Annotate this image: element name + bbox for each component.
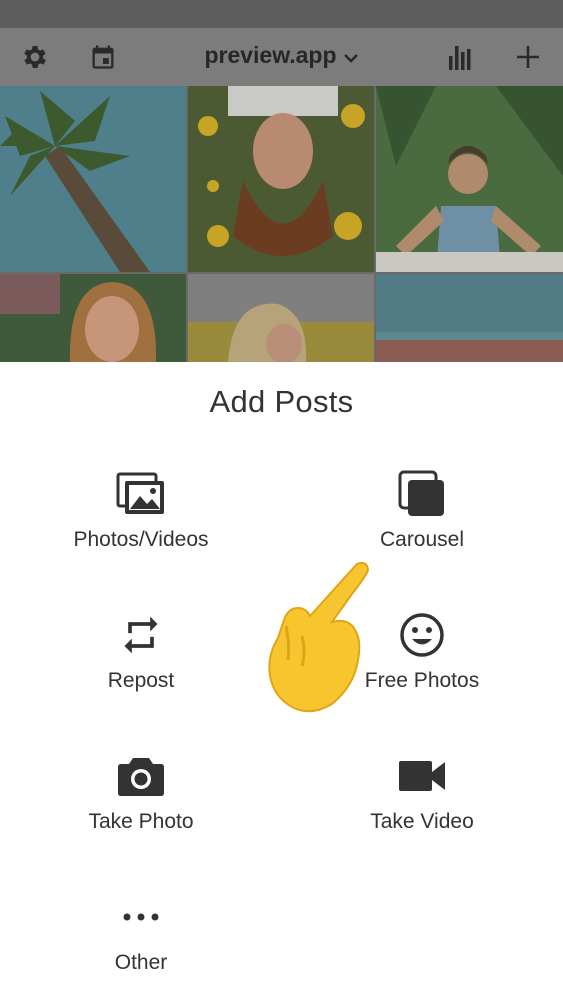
photos-videos-label: Photos/Videos xyxy=(73,528,209,551)
carousel-label: Carousel xyxy=(379,528,465,551)
bar-chart-icon[interactable] xyxy=(444,40,478,74)
repost-icon xyxy=(21,607,261,663)
take-photo-label: Take Photo xyxy=(88,810,194,833)
photo-grid xyxy=(0,86,563,362)
carousel-icon xyxy=(302,466,542,522)
take-video-label: Take Video xyxy=(370,810,474,833)
girl-flowers-photo[interactable] xyxy=(188,86,374,272)
repost-label: Repost xyxy=(107,669,175,692)
smiling-girl-photo[interactable] xyxy=(0,274,186,362)
repost-option[interactable]: Repost xyxy=(21,607,261,717)
other-label: Other xyxy=(114,951,168,974)
more-dots-icon xyxy=(21,889,261,945)
take-video-option[interactable]: Take Video xyxy=(302,748,542,858)
chevron-down-icon xyxy=(343,43,359,70)
status-bar xyxy=(0,0,563,28)
palm-tree-photo[interactable] xyxy=(0,86,186,272)
photos-videos-option[interactable]: Photos/Videos xyxy=(21,466,261,576)
app-title: preview.app xyxy=(204,42,337,68)
sheet-title: Add Posts xyxy=(209,384,354,419)
camera-icon xyxy=(21,748,261,804)
photo-library-icon xyxy=(21,466,261,522)
plus-icon[interactable] xyxy=(511,40,545,74)
account-switcher[interactable]: preview.app xyxy=(0,42,563,70)
sea-horizon-photo[interactable] xyxy=(376,274,563,362)
pointing-hand-icon xyxy=(262,556,374,721)
woman-palms-photo[interactable] xyxy=(376,86,563,272)
video-camera-icon xyxy=(302,748,542,804)
take-photo-option[interactable]: Take Photo xyxy=(21,748,261,858)
other-option[interactable]: Other xyxy=(21,889,261,999)
top-bar: preview.app xyxy=(0,28,563,86)
blonde-field-photo[interactable] xyxy=(188,274,374,362)
